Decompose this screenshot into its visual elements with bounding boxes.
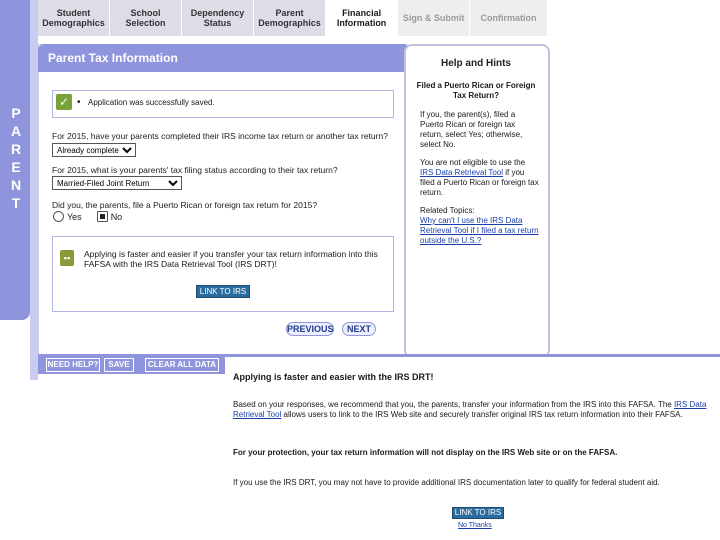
help-eligibility-text: You are not eligible to use the bbox=[420, 158, 526, 167]
side-rail-letter: N bbox=[10, 177, 22, 193]
popup-recommendation-text: Based on your responses, we recommend th… bbox=[233, 400, 674, 409]
info-icon: ▪▪ bbox=[60, 250, 74, 266]
radio-no-label: No bbox=[110, 211, 123, 222]
q1-label: For 2015, have your parents completed th… bbox=[52, 131, 388, 141]
drt-notice bbox=[52, 236, 394, 312]
related-topic-link[interactable]: Why can't I use the IRS Data Retrieval T… bbox=[420, 216, 540, 246]
link-to-irs-button[interactable]: LINK TO IRS bbox=[196, 285, 250, 298]
tab-financial-information[interactable]: Financial Information bbox=[326, 0, 399, 36]
tab-sign-submit: Sign & Submit bbox=[398, 0, 471, 36]
next-button[interactable]: NEXT bbox=[342, 322, 376, 336]
checkmark-icon: ✓ bbox=[56, 94, 72, 110]
save-button[interactable]: SAVE bbox=[104, 358, 134, 372]
tab-dependency-status[interactable]: Dependency Status bbox=[182, 0, 255, 36]
popup-recommendation-text-2: allows users to link to the IRS Web site… bbox=[281, 410, 683, 419]
tax-return-status-select[interactable]: Already completed bbox=[52, 143, 136, 157]
tab-confirmation: Confirmation bbox=[470, 0, 549, 36]
q3-label: Did you, the parents, file a Puerto Rica… bbox=[52, 200, 318, 210]
tab-school-selection[interactable]: School Selection bbox=[110, 0, 183, 36]
side-rail-letter: A bbox=[10, 123, 22, 139]
radio-yes[interactable] bbox=[53, 211, 64, 222]
need-help-button[interactable]: NEED HELP? bbox=[46, 358, 100, 372]
bullet-icon: • bbox=[77, 97, 81, 108]
previous-button[interactable]: PREVIOUS bbox=[286, 322, 334, 336]
help-title: Help and Hints bbox=[440, 58, 511, 69]
related-topics: Related Topics: Why can't I use the IRS … bbox=[420, 206, 540, 246]
side-rail-strip bbox=[30, 0, 38, 380]
side-rail-label: PARENT bbox=[6, 104, 26, 212]
side-rail-letter: P bbox=[11, 105, 21, 121]
popup-title: Applying is faster and easier with the I… bbox=[233, 372, 434, 382]
foreign-return-radio-group: Yes No bbox=[53, 211, 122, 222]
previous-label: PREVIOUS bbox=[287, 324, 334, 334]
page-title: Parent Tax Information bbox=[38, 44, 410, 72]
tab-parent-demographics[interactable]: Parent Demographics bbox=[254, 0, 327, 36]
next-label: NEXT bbox=[346, 324, 371, 334]
radio-no[interactable] bbox=[96, 211, 108, 222]
saved-message: Application was successfully saved. bbox=[88, 98, 215, 107]
drt-help-link[interactable]: IRS Data Retrieval Tool bbox=[420, 168, 503, 177]
no-thanks-link[interactable]: No Thanks bbox=[458, 522, 492, 529]
side-rail-letter: R bbox=[10, 141, 22, 157]
help-paragraph: If you, the parent(s), filed a Puerto Ri… bbox=[420, 110, 523, 149]
q2-label: For 2015, what is your parents' tax fili… bbox=[52, 165, 338, 175]
popup-protection-note: For your protection, your tax return inf… bbox=[233, 448, 618, 457]
related-topics-label: Related Topics: bbox=[420, 206, 475, 215]
section-tabs: Student Demographics School Selection De… bbox=[38, 0, 549, 38]
help-subtitle: Filed a Puerto Rican or Foreign Tax Retu… bbox=[416, 81, 536, 100]
popup-recommendation: Based on your responses, we recommend th… bbox=[233, 400, 713, 420]
help-eligibility: You are not eligible to use the IRS Data… bbox=[420, 158, 540, 198]
side-rail-letter: T bbox=[11, 195, 21, 211]
tab-student-demographics[interactable]: Student Demographics bbox=[38, 0, 111, 36]
clear-all-data-button[interactable]: CLEAR ALL DATA bbox=[145, 358, 219, 372]
popup-documentation-note: If you use the IRS DRT, you may not have… bbox=[233, 478, 660, 487]
drt-message: Applying is faster and easier if you tra… bbox=[84, 249, 378, 269]
popup-link-to-irs-button[interactable]: LINK TO IRS bbox=[452, 507, 504, 519]
side-rail-letter: E bbox=[11, 159, 21, 175]
radio-yes-label: Yes bbox=[67, 211, 82, 222]
filing-status-select[interactable]: Married-Filed Joint Return bbox=[52, 176, 182, 190]
